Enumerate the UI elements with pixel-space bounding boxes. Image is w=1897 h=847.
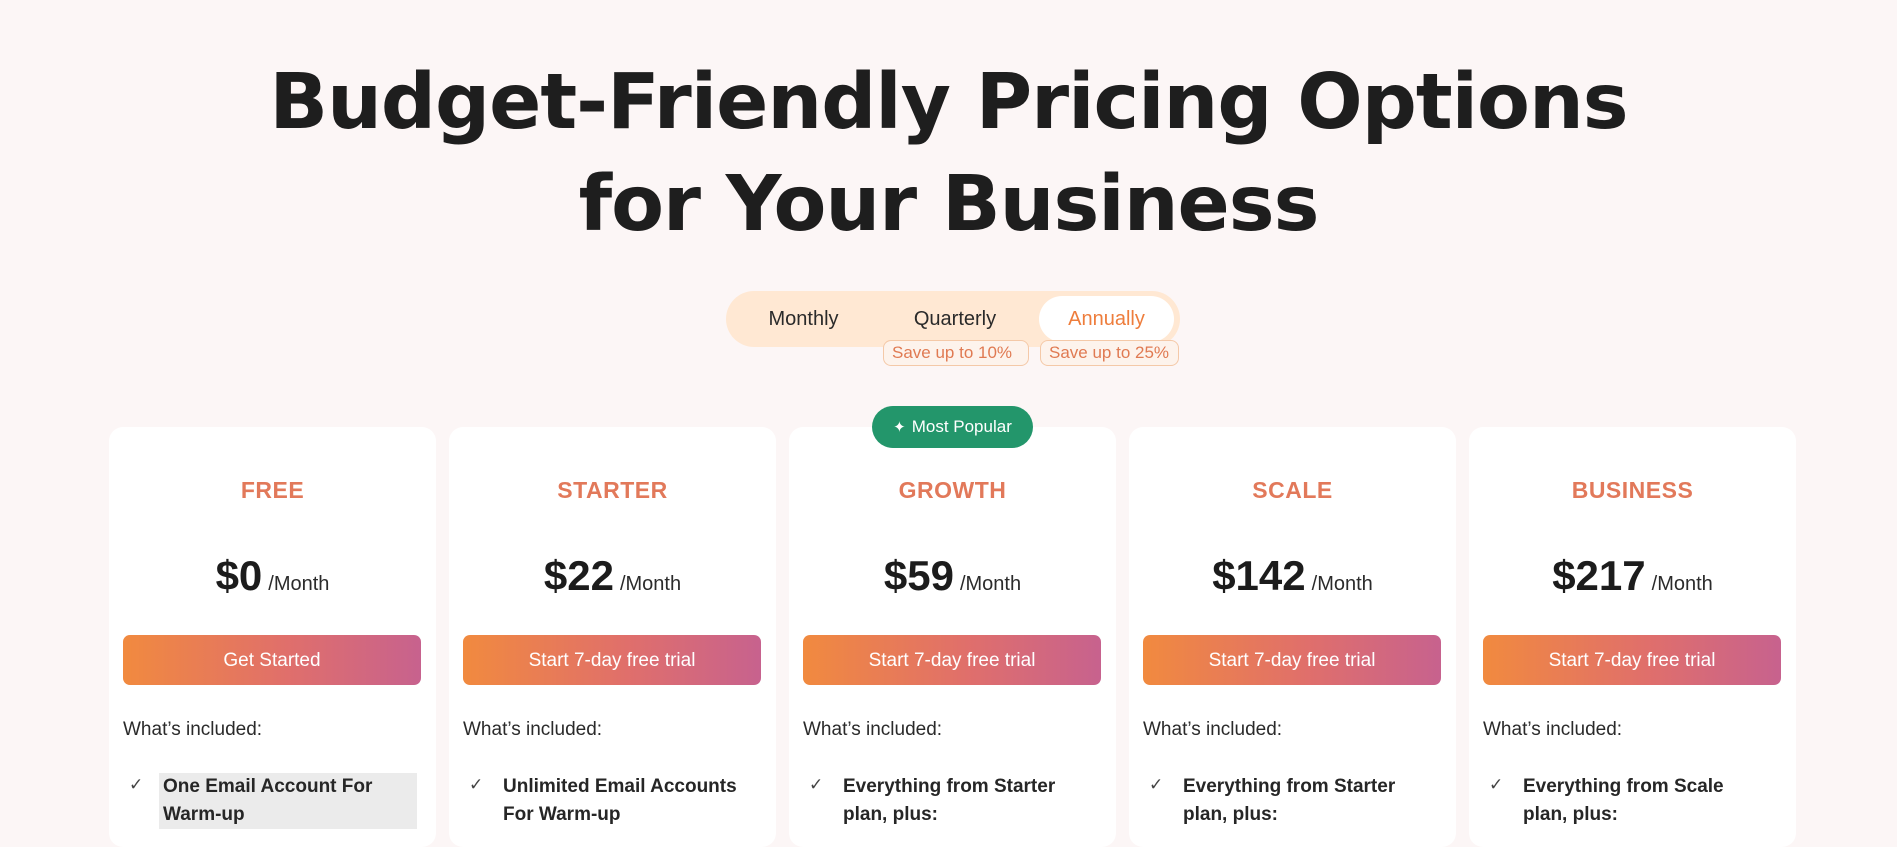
sparkle-icon: ✦ (893, 419, 906, 436)
price-amount: $59 (883, 552, 954, 599)
plan-card-starter: STARTER $22/Month Start 7-day free trial… (449, 427, 776, 847)
plan-name: GROWTH (898, 477, 1007, 503)
feature-text: Unlimited Email Accounts For Warm-up (503, 776, 737, 825)
start-trial-button[interactable]: Start 7-day free trial (1483, 635, 1781, 685)
check-icon: ✓ (1489, 775, 1504, 794)
most-popular-label: Most Popular (911, 417, 1012, 436)
check-icon: ✓ (469, 775, 484, 794)
whats-included-label: What’s included: (803, 719, 943, 740)
billing-period-toggle: Monthly Quarterly Annually (726, 291, 1180, 347)
plan-card-free: FREE $0/Month Get Started What’s include… (109, 427, 436, 847)
start-trial-button[interactable]: Start 7-day free trial (1143, 635, 1441, 685)
whats-included-label: What’s included: (123, 719, 263, 740)
whats-included-label: What’s included: (1143, 719, 1283, 740)
check-icon: ✓ (809, 775, 824, 794)
plan-card-growth: GROWTH $59/Month Start 7-day free trial … (789, 427, 1116, 847)
price-amount: $142 (1212, 552, 1306, 599)
price-period: /Month (959, 573, 1022, 595)
whats-included-label: What’s included: (463, 719, 603, 740)
plan-card-scale: SCALE $142/Month Start 7-day free trial … (1129, 427, 1456, 847)
plan-price: $0/Month (109, 552, 436, 600)
plan-price: $217/Month (1469, 552, 1796, 600)
price-period: /Month (619, 573, 682, 595)
check-icon: ✓ (1149, 775, 1164, 794)
billing-option-quarterly[interactable]: Quarterly (881, 291, 1029, 347)
plan-price: $22/Month (449, 552, 776, 600)
price-period: /Month (268, 573, 330, 595)
start-trial-button[interactable]: Start 7-day free trial (463, 635, 761, 685)
get-started-button[interactable]: Get Started (123, 635, 421, 685)
plan-name: FREE (240, 477, 305, 503)
billing-option-monthly[interactable]: Monthly (726, 291, 881, 347)
plan-name: STARTER (557, 477, 668, 503)
plan-name: SCALE (1252, 477, 1333, 503)
page-title-line-1: Budget-Friendly Pricing Options (269, 58, 1628, 147)
feature-text: Everything from Scale plan, plus: (1523, 776, 1724, 825)
feature-text: Everything from Starter plan, plus: (843, 776, 1056, 825)
page-title-line-2: for Your Business (578, 160, 1320, 249)
most-popular-badge: ✦ Most Popular (872, 406, 1033, 448)
feature-text: One Email Account For Warm-up (159, 773, 417, 829)
price-amount: $217 (1552, 552, 1646, 599)
save-badge-annually: Save up to 25% (1040, 340, 1179, 366)
price-amount: $0 (215, 552, 263, 599)
billing-option-annually[interactable]: Annually (1039, 296, 1174, 342)
plan-price: $59/Month (789, 552, 1116, 600)
plan-name: BUSINESS (1571, 477, 1694, 503)
start-trial-button[interactable]: Start 7-day free trial (803, 635, 1101, 685)
check-icon: ✓ (129, 775, 144, 794)
price-period: /Month (1311, 573, 1373, 595)
save-badge-quarterly: Save up to 10% (883, 340, 1029, 366)
plan-card-business: BUSINESS $217/Month Start 7-day free tri… (1469, 427, 1796, 847)
page-title: Budget-Friendly Pricing Options for Your… (0, 52, 1897, 256)
whats-included-label: What’s included: (1483, 719, 1623, 740)
price-amount: $22 (543, 552, 614, 599)
plan-price: $142/Month (1129, 552, 1456, 600)
price-period: /Month (1651, 573, 1713, 595)
feature-text: Everything from Starter plan, plus: (1183, 776, 1396, 825)
